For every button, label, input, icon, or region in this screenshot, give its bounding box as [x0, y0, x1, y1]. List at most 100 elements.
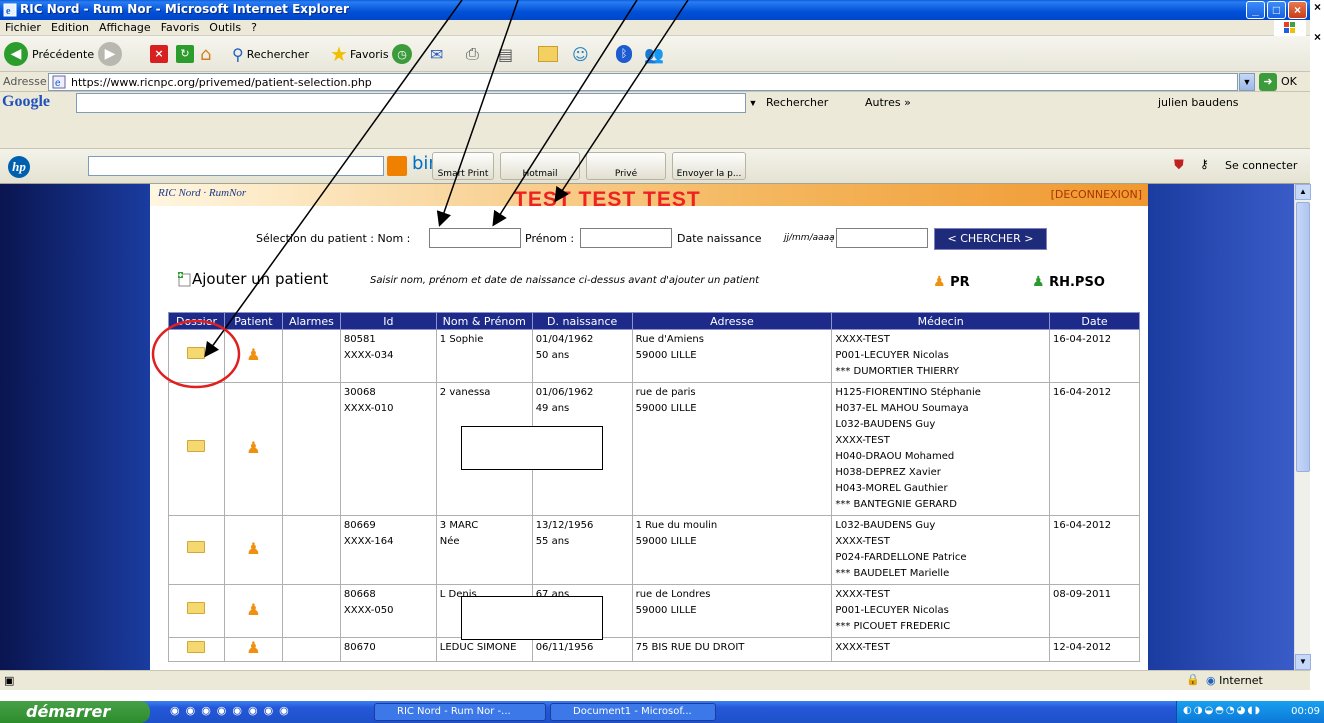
- vertical-scrollbar[interactable]: ▲ ▼: [1294, 184, 1311, 670]
- col-nom[interactable]: Nom & Prénom: [435, 312, 533, 330]
- table-row[interactable]: ♟ 30068 XXXX-010 2 vanessa 01/06/1962 49 ans r…: [168, 382, 1140, 516]
- address-input[interactable]: https://www.ricnpc.org/privemed/patient-…: [48, 73, 1238, 91]
- bluetooth-button[interactable]: ᛒ: [616, 40, 632, 68]
- cell-dossier[interactable]: [168, 515, 225, 585]
- col-patient[interactable]: Patient: [223, 312, 283, 330]
- person-orange-icon[interactable]: ♟: [246, 638, 260, 657]
- scroll-up-icon[interactable]: ▲: [1295, 184, 1311, 200]
- menu-edition[interactable]: Edition: [46, 20, 94, 35]
- person-orange-icon[interactable]: ♟: [246, 539, 260, 558]
- col-id[interactable]: Id: [339, 312, 437, 330]
- table-row[interactable]: ♟ 80668 XXXX-050 L Denis 67 ans rue de Londre…: [168, 584, 1140, 638]
- menu-outils[interactable]: Outils: [204, 20, 246, 35]
- outer-close-icon-2[interactable]: ×: [1311, 30, 1324, 50]
- table-row[interactable]: ♟ 80669 XXXX-164 3 MARC Née 13/12/1956 55 ans 1…: [168, 515, 1140, 585]
- cell-patient[interactable]: ♟: [223, 637, 283, 662]
- col-naissance[interactable]: D. naissance: [531, 312, 633, 330]
- google-search-input[interactable]: [76, 93, 746, 113]
- birthdate-input[interactable]: [836, 228, 928, 248]
- private-button[interactable]: Privé: [586, 152, 666, 180]
- cell-patient[interactable]: ♟: [223, 515, 283, 585]
- folder-icon[interactable]: [187, 602, 206, 614]
- stop-button[interactable]: ×: [150, 40, 168, 68]
- person-orange-icon[interactable]: ♟: [246, 600, 260, 619]
- col-date[interactable]: Date: [1049, 312, 1140, 330]
- users-button[interactable]: 👥: [644, 40, 664, 68]
- task-word[interactable]: Document1 - Microsof...: [550, 703, 716, 721]
- add-patient-link[interactable]: Ajouter un patient: [192, 270, 328, 288]
- cell-dossier[interactable]: [168, 382, 225, 516]
- start-button[interactable]: démarrer: [0, 701, 150, 723]
- prenom-input[interactable]: [580, 228, 672, 248]
- col-adresse[interactable]: Adresse: [631, 312, 833, 330]
- cell-patient[interactable]: ♟: [223, 382, 283, 516]
- home-button[interactable]: ⌂: [200, 40, 211, 68]
- scroll-thumb[interactable]: [1296, 202, 1310, 472]
- history-button[interactable]: ◷: [392, 40, 412, 68]
- person-orange-icon[interactable]: ♟: [246, 345, 260, 364]
- mail-button[interactable]: ✉: [430, 40, 443, 68]
- bing-search-input[interactable]: [88, 156, 384, 176]
- folder-icon[interactable]: [187, 440, 206, 452]
- folder-button[interactable]: [538, 40, 558, 68]
- col-medecin[interactable]: Médecin: [831, 312, 1051, 330]
- cell-line: 08-09-2011: [1053, 589, 1112, 600]
- menu-affichage[interactable]: Affichage: [94, 20, 156, 35]
- table-row[interactable]: ♟ 80581 XXXX-034 1 Sophie 01/04/1962 50 ans Ru…: [168, 329, 1140, 383]
- menu-help[interactable]: ?: [246, 20, 262, 35]
- cell-line: 50 ans: [535, 350, 570, 361]
- person-orange-icon[interactable]: ♟: [246, 438, 260, 457]
- address-dropdown-icon[interactable]: ▼: [1239, 73, 1255, 91]
- cell-dossier[interactable]: [168, 637, 225, 662]
- refresh-button[interactable]: ↻: [176, 40, 194, 68]
- print-button[interactable]: ⎙: [466, 40, 479, 68]
- back-button[interactable]: ◀ Précédente ▼: [4, 40, 104, 68]
- key-icon: ⚷: [1200, 157, 1209, 171]
- cell-dossier[interactable]: [168, 329, 225, 383]
- outer-close-icon[interactable]: ×: [1311, 0, 1324, 20]
- cell-patient[interactable]: ♟: [223, 329, 283, 383]
- send-page-button[interactable]: Envoyer la p...: [672, 152, 746, 180]
- connect-button[interactable]: Se connecter: [1225, 159, 1297, 172]
- status-bar: ▣ 🔒 ◉ Internet: [0, 670, 1310, 690]
- col-alarmes[interactable]: Alarmes: [281, 312, 341, 330]
- cell-line: 30068: [343, 387, 376, 398]
- google-other-button[interactable]: Autres »: [865, 96, 911, 109]
- cell-medecin: XXXX-TEST: [831, 637, 1051, 662]
- scroll-down-icon[interactable]: ▼: [1295, 654, 1311, 670]
- search-patient-button[interactable]: < CHERCHER >: [934, 228, 1047, 250]
- hotmail-button[interactable]: Hotmail: [500, 152, 580, 180]
- google-user-menu[interactable]: julien baudens: [1158, 96, 1239, 109]
- table-row[interactable]: ♟ 80670 LEDUC SIMONE 06/11/1956 75 BIS RUE D…: [168, 637, 1140, 662]
- edit-button[interactable]: ▤: [498, 40, 513, 68]
- bing-search-icon[interactable]: [387, 156, 407, 176]
- close-button[interactable]: ×: [1288, 1, 1307, 19]
- add-document-icon[interactable]: [176, 271, 192, 287]
- logout-link[interactable]: [DECONNEXION]: [1051, 188, 1142, 201]
- go-arrow-icon[interactable]: ➜: [1259, 73, 1277, 91]
- task-ie[interactable]: RIC Nord - Rum Nor -...: [374, 703, 546, 721]
- cell-patient[interactable]: ♟: [223, 584, 283, 638]
- search-button[interactable]: ⚲ Rechercher: [232, 40, 309, 68]
- folder-icon[interactable]: [187, 541, 206, 553]
- google-search-button[interactable]: Rechercher: [766, 96, 828, 109]
- menu-favoris[interactable]: Favoris: [156, 20, 205, 35]
- smart-print-button[interactable]: Smart Print: [432, 152, 494, 180]
- messenger-button[interactable]: ☺: [572, 40, 589, 68]
- cell-line: *** DUMORTIER THIERRY: [835, 366, 960, 377]
- tray-icons[interactable]: ◐◑◒◓◔◕◖◗: [1183, 705, 1262, 716]
- forward-button[interactable]: ▶: [98, 40, 122, 68]
- favorites-button[interactable]: ★ Favoris: [330, 40, 389, 68]
- maximize-button[interactable]: □: [1267, 1, 1286, 19]
- folder-icon[interactable]: [187, 347, 206, 359]
- cell-dossier[interactable]: [168, 584, 225, 638]
- window-titlebar: e RIC Nord - Rum Nor - Microsoft Interne…: [0, 0, 1310, 20]
- nom-input[interactable]: [429, 228, 521, 248]
- quick-launch-icons[interactable]: ◉◉◉◉◉◉◉◉: [170, 704, 295, 717]
- menu-fichier[interactable]: Fichier: [0, 20, 46, 35]
- google-dropdown-icon[interactable]: ▼: [746, 93, 760, 113]
- go-button[interactable]: OK: [1281, 75, 1297, 88]
- minimize-button[interactable]: _: [1246, 1, 1265, 19]
- folder-icon[interactable]: [187, 640, 206, 653]
- col-dossier[interactable]: Dossier: [168, 312, 225, 330]
